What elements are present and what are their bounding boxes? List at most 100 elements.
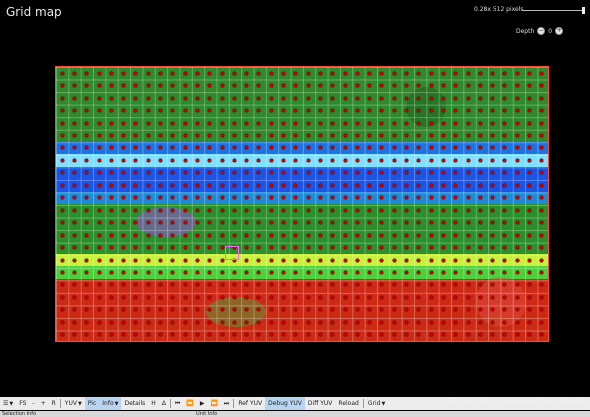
block-marker bbox=[306, 84, 310, 88]
grid-dropdown[interactable]: Grid▼ bbox=[365, 397, 388, 410]
block-marker bbox=[343, 121, 347, 125]
block-marker bbox=[392, 233, 396, 237]
diff-yuv-button[interactable]: Diff YUV bbox=[305, 397, 336, 410]
block-marker bbox=[232, 295, 236, 299]
rewind-icon[interactable]: ⏪ bbox=[183, 397, 196, 410]
block-marker bbox=[72, 208, 76, 212]
block-marker bbox=[528, 183, 532, 187]
first-frame-icon[interactable]: ⏮ bbox=[172, 397, 183, 410]
block-marker bbox=[355, 320, 359, 324]
block-marker bbox=[60, 333, 64, 337]
depth-decrease-button[interactable]: − bbox=[537, 27, 546, 35]
block-marker bbox=[392, 109, 396, 113]
block-marker bbox=[97, 271, 101, 274]
block-marker bbox=[85, 258, 89, 262]
block-marker bbox=[466, 71, 470, 75]
info-dropdown[interactable]: Info▼ bbox=[99, 397, 122, 410]
block-marker bbox=[282, 183, 286, 187]
hamburger-icon[interactable]: ☰▼ bbox=[0, 397, 16, 410]
reset-button[interactable]: R bbox=[49, 397, 59, 410]
block-marker bbox=[208, 233, 212, 237]
play-icon[interactable]: ▶ bbox=[197, 397, 208, 410]
block-marker bbox=[72, 96, 76, 100]
block-marker bbox=[318, 96, 322, 100]
fast-forward-icon[interactable]: ⏩ bbox=[207, 397, 220, 410]
block-marker bbox=[515, 271, 519, 274]
pic-toggle[interactable]: Pic bbox=[84, 397, 100, 410]
block-marker bbox=[220, 208, 224, 212]
block-marker bbox=[515, 246, 519, 250]
block-marker bbox=[466, 221, 470, 225]
block-marker bbox=[122, 258, 126, 262]
block-marker bbox=[318, 158, 322, 162]
zoom-slider-handle[interactable] bbox=[582, 7, 585, 14]
h-toggle[interactable]: H bbox=[148, 397, 159, 410]
block-marker bbox=[60, 258, 64, 262]
block-marker bbox=[478, 208, 482, 212]
block-marker bbox=[220, 71, 224, 75]
block-marker bbox=[466, 196, 470, 200]
block-marker bbox=[355, 271, 359, 274]
zoom-out-button[interactable]: - bbox=[29, 397, 37, 410]
details-toggle[interactable]: Details bbox=[121, 397, 148, 410]
block-marker bbox=[392, 208, 396, 212]
block-marker bbox=[466, 134, 470, 137]
grid-map-canvas[interactable] bbox=[55, 66, 549, 342]
yuv-dropdown[interactable]: YUV▼ bbox=[62, 397, 85, 410]
block-marker bbox=[429, 295, 433, 299]
grid-dropdown-label: Grid bbox=[367, 400, 381, 407]
delta-toggle[interactable]: Δ bbox=[159, 397, 169, 410]
block-marker bbox=[491, 208, 495, 212]
block-marker bbox=[478, 71, 482, 75]
zoom-slider[interactable] bbox=[522, 10, 584, 11]
block-marker bbox=[72, 320, 76, 324]
block-marker bbox=[331, 121, 335, 125]
block-marker bbox=[109, 158, 113, 162]
block-marker bbox=[343, 134, 347, 137]
block-marker bbox=[195, 320, 199, 324]
block-marker bbox=[220, 183, 224, 187]
block-marker bbox=[429, 196, 433, 200]
last-frame-icon[interactable]: ⏭ bbox=[221, 397, 232, 410]
block-marker bbox=[220, 221, 224, 225]
block-marker bbox=[466, 295, 470, 299]
block-marker bbox=[515, 258, 519, 262]
ref-yuv-button[interactable]: Ref YUV bbox=[235, 397, 265, 410]
block-marker bbox=[515, 208, 519, 212]
block-marker bbox=[60, 121, 64, 125]
block-marker bbox=[355, 233, 359, 237]
toolbar-divider bbox=[169, 399, 171, 408]
selected-block[interactable] bbox=[225, 246, 239, 260]
block-marker bbox=[466, 96, 470, 100]
zoom-in-button[interactable]: + bbox=[38, 397, 49, 410]
block-marker bbox=[109, 246, 113, 250]
block-marker bbox=[392, 295, 396, 299]
block-marker bbox=[60, 271, 64, 274]
block-marker bbox=[429, 121, 433, 125]
block-marker bbox=[72, 109, 76, 113]
block-marker bbox=[515, 183, 519, 187]
depth-increase-button[interactable]: + bbox=[555, 27, 564, 35]
block-marker bbox=[306, 246, 310, 250]
block-marker bbox=[220, 295, 224, 299]
block-marker bbox=[429, 320, 433, 324]
block-marker bbox=[466, 320, 470, 324]
block-marker bbox=[220, 134, 224, 137]
block-marker bbox=[318, 109, 322, 113]
block-marker bbox=[392, 246, 396, 250]
block-marker bbox=[159, 71, 163, 75]
block-marker bbox=[282, 96, 286, 100]
reload-button[interactable]: Reload bbox=[335, 397, 361, 410]
block-marker bbox=[478, 271, 482, 274]
debug-yuv-button[interactable]: Debug YUV bbox=[265, 397, 305, 410]
block-marker bbox=[343, 71, 347, 75]
fullscreen-button[interactable]: FS bbox=[16, 397, 29, 410]
block-marker bbox=[491, 258, 495, 262]
block-marker bbox=[318, 320, 322, 324]
block-marker bbox=[528, 258, 532, 262]
zoom-control[interactable]: 0.28x 512 pixels bbox=[474, 6, 586, 18]
block-marker bbox=[515, 109, 519, 113]
block-marker bbox=[159, 258, 163, 262]
block-marker bbox=[478, 134, 482, 137]
block-marker bbox=[122, 233, 126, 237]
